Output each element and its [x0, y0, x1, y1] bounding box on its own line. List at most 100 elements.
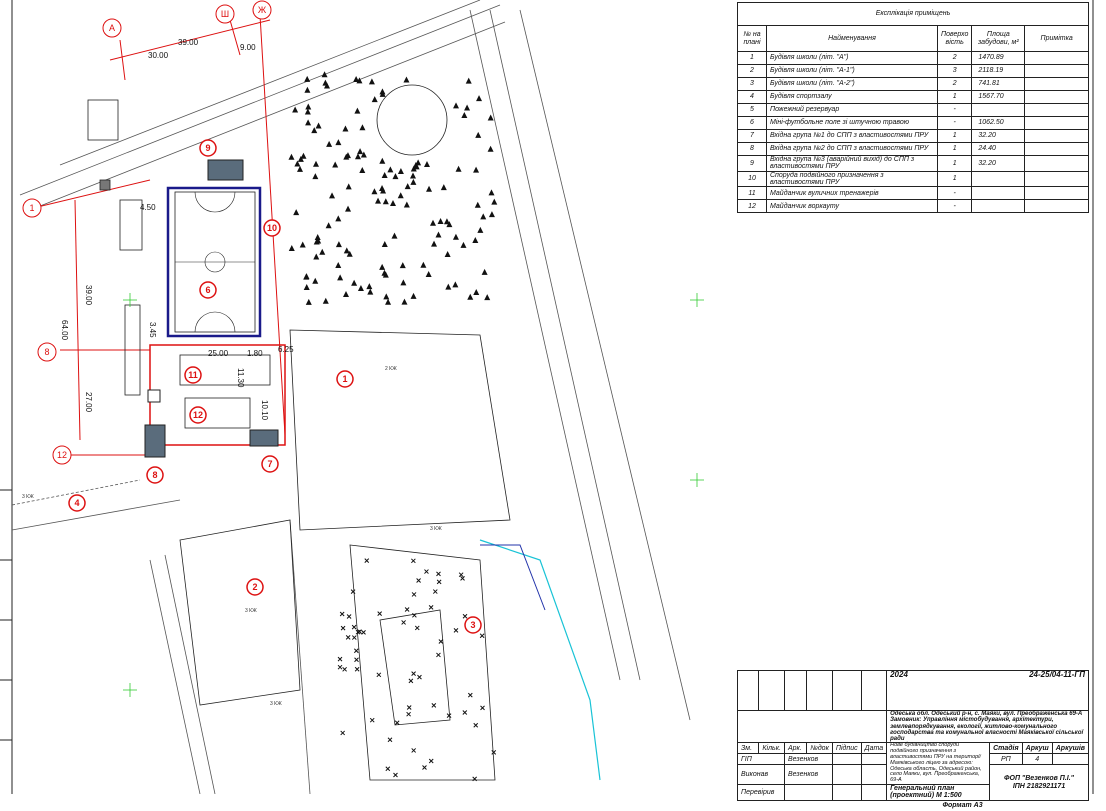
- tree-icon: [477, 226, 484, 233]
- network-line: [480, 544, 546, 611]
- shrub-icon: [337, 664, 343, 670]
- tree-icon: [429, 219, 436, 226]
- dim-9: 9.00: [240, 43, 256, 52]
- tree-icon: [453, 102, 460, 109]
- col-data: Дата: [860, 742, 888, 755]
- row-floors: 2: [936, 77, 973, 91]
- explication-row: 7 Вхідна група №1 до СПП з властивостями …: [737, 129, 1089, 143]
- shrub-icon: [364, 558, 370, 564]
- row-floors: 3: [936, 64, 973, 78]
- tree-icon: [403, 201, 410, 208]
- tree-icon: [472, 237, 479, 244]
- shrub-icon: [411, 671, 416, 677]
- tree-icon: [305, 103, 312, 110]
- stamp-year: 2024: [890, 670, 908, 679]
- col-zm: Зм.: [736, 742, 760, 755]
- tree-icon: [382, 198, 389, 205]
- shrub-icon: [467, 692, 473, 698]
- tree-icon: [484, 294, 491, 301]
- col-ndok: №док: [806, 742, 833, 755]
- shrub-icon: [491, 749, 497, 755]
- row-number: 3: [737, 77, 767, 91]
- tree-icon: [325, 222, 332, 229]
- row-name: Вхідна група №3 (аварійний вихід) до СПП…: [766, 155, 938, 172]
- tree-icon: [303, 273, 310, 280]
- shrub-icon: [436, 579, 442, 585]
- col-kilk: Кільк.: [758, 742, 785, 755]
- tree-icon: [322, 79, 329, 86]
- tree-icon: [343, 290, 350, 297]
- tree-icon: [359, 124, 366, 131]
- shrub-icon: [387, 737, 393, 743]
- role-perevirv: Перевірив: [737, 783, 785, 801]
- format-label: Формат А3: [942, 801, 983, 809]
- marker-4: 4: [74, 498, 79, 508]
- marker-10: 10: [267, 223, 277, 233]
- tree-icon: [460, 241, 467, 248]
- tree-icon: [445, 283, 452, 290]
- stamp-company: ФОП "Везенков П.І.": [1004, 775, 1074, 783]
- marker-1: 1: [342, 374, 347, 384]
- row-floors: 1: [936, 170, 973, 188]
- row-note: [1024, 116, 1089, 130]
- row-note: [1024, 64, 1089, 78]
- dim-64: 64.00: [60, 320, 69, 341]
- shrub-icon: [411, 558, 416, 564]
- shrub-icon: [337, 656, 343, 662]
- row-name: Вхідна група №2 до СПП з властивостями П…: [766, 142, 938, 156]
- row-area: 32.20: [971, 129, 1026, 143]
- shrub-icon: [406, 711, 411, 717]
- row-number: 11: [737, 186, 767, 201]
- shrub-icon: [458, 572, 464, 578]
- row-floors: -: [936, 199, 973, 214]
- shrub-icon: [453, 628, 459, 633]
- dim-11-3: 11.30: [236, 368, 245, 388]
- axis-1-label: 1: [29, 203, 34, 213]
- shrub-icon: [353, 648, 359, 654]
- tree-icon: [397, 167, 404, 174]
- axis-12-label: 12: [57, 450, 67, 460]
- row-name: Майданчик воркауту: [766, 199, 938, 214]
- sheets-value: [1051, 753, 1090, 766]
- tree-icon: [314, 234, 321, 241]
- row-note: [1024, 103, 1089, 117]
- tree-icon: [337, 274, 344, 281]
- shrub-icon: [406, 705, 412, 710]
- title-block: 2024 24-25/04-11-ГП Одеська обл. Одеськи…: [736, 670, 1090, 811]
- tree-icon: [420, 261, 427, 268]
- dim-25: 25.00: [208, 349, 229, 358]
- explication-row: 12 Майданчик воркауту -: [737, 199, 1089, 214]
- marker-7: 7: [267, 459, 272, 469]
- shrub-icon: [361, 630, 366, 635]
- shrub-icon: [428, 605, 434, 610]
- sheet-value: 4: [1021, 753, 1053, 766]
- utility-line: [479, 539, 601, 781]
- tree-icon: [345, 183, 352, 190]
- row-area: [971, 170, 1026, 188]
- role-perevirv-name: [783, 783, 833, 801]
- col-ark: Арк.: [783, 742, 808, 755]
- football-field: [166, 186, 262, 338]
- tree-icon: [391, 232, 398, 239]
- stamp-customer: Замовник: Управління містобудування, арх…: [890, 717, 1084, 743]
- header-floors: Поверхо вість: [936, 25, 973, 52]
- shrub-icon: [417, 674, 422, 680]
- row-number: 6: [737, 116, 767, 130]
- shrub-icon: [411, 592, 417, 597]
- row-number: 7: [737, 129, 767, 143]
- tree-icon: [371, 96, 378, 103]
- tree-icon: [357, 284, 364, 291]
- object-markers: 1 2 3 4 6 7 8 9 10 11 12: [68, 139, 482, 634]
- tree-icon: [371, 188, 378, 195]
- tree-icon: [293, 209, 300, 216]
- dim-1-8: 1.80: [247, 349, 263, 358]
- shrub-icon: [377, 611, 383, 616]
- marker-3: 3: [470, 620, 475, 630]
- dim-3-45: 3.45: [148, 322, 157, 338]
- header-note: Примітка: [1024, 25, 1089, 52]
- shrub-icon: [354, 657, 359, 663]
- shrub-icon: [436, 571, 441, 577]
- dim-10-1: 10.10: [260, 400, 269, 421]
- row-number: 1: [737, 51, 767, 65]
- row-name: Міні-футбольне поле зі штучною травою: [766, 116, 938, 130]
